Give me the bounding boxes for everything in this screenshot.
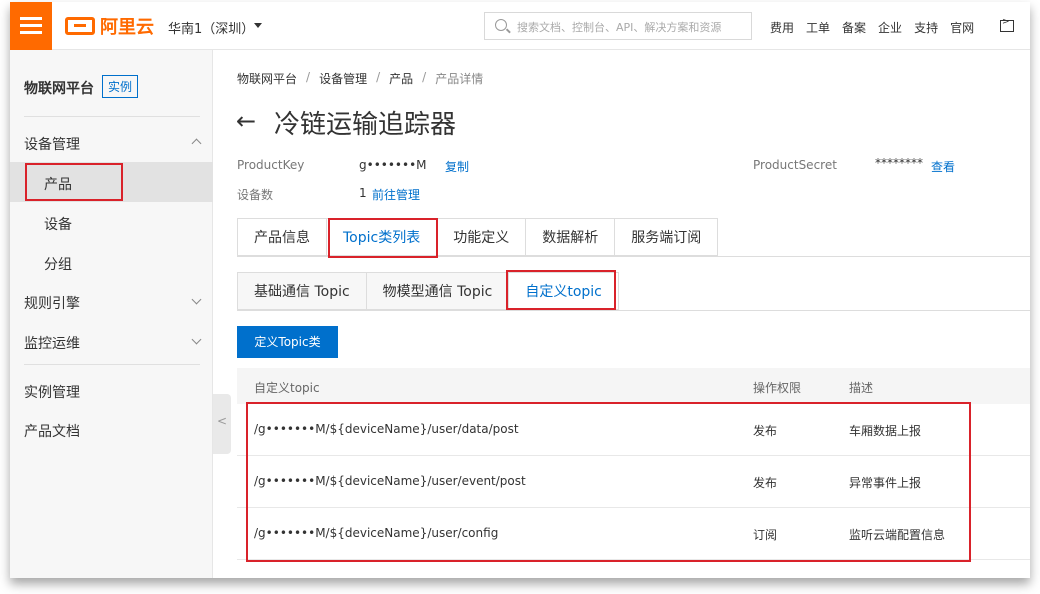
sidebar-title: 物联网平台 xyxy=(24,81,94,97)
table-row: /g•••••••M/${deviceName}/user/event/post… xyxy=(237,456,1030,508)
topic-subtabs: 基础通信 Topic 物模型通信 Topic 自定义topic xyxy=(237,272,619,310)
sidebar-item-label: 产品 xyxy=(44,177,72,193)
sidebar-item-rule-engine[interactable]: 规则引擎 xyxy=(24,293,80,313)
product-key-value: g•••••••M xyxy=(359,158,427,172)
nav-icp[interactable]: 备案 xyxy=(842,19,866,36)
manage-link[interactable]: 前往管理 xyxy=(372,186,420,203)
breadcrumb-item[interactable]: 设备管理 xyxy=(319,70,367,87)
tab-server-subscription[interactable]: 服务端订阅 xyxy=(615,218,719,256)
breadcrumb-separator: / xyxy=(306,70,311,84)
table-row: /g•••••••M/${deviceName}/user/config 订阅 … xyxy=(237,508,1030,560)
breadcrumb-current: 产品详情 xyxy=(435,72,484,86)
chevron-up-icon[interactable] xyxy=(191,138,202,149)
description-cell: 车厢数据上报 xyxy=(849,424,922,438)
search-placeholder: 搜索文档、控制台、API、解决方案和资源 xyxy=(517,21,722,34)
permission-cell: 发布 xyxy=(753,424,778,438)
terminal-icon[interactable] xyxy=(1000,17,1014,32)
brand-logo[interactable]: 阿里云 xyxy=(65,14,154,38)
view-secret-link[interactable]: 查看 xyxy=(931,158,955,175)
breadcrumb-item[interactable]: 物联网平台 xyxy=(237,70,297,87)
nav-official-site[interactable]: 官网 xyxy=(950,19,974,36)
sidebar-item-label: 分组 xyxy=(44,257,72,273)
topic-cell: /g•••••••M/${deviceName}/user/event/post xyxy=(254,474,526,488)
divider xyxy=(237,256,1030,257)
tab-data-parsing[interactable]: 数据解析 xyxy=(526,218,616,256)
aliyun-logo-icon xyxy=(65,17,95,35)
tab-basic-topic[interactable]: 基础通信 Topic xyxy=(237,272,367,310)
product-key-label: ProductKey xyxy=(237,158,305,172)
breadcrumb-item[interactable]: 产品 xyxy=(389,70,413,87)
sidebar-item-monitoring[interactable]: 监控运维 xyxy=(24,333,80,353)
sidebar: 物联网平台 实例 设备管理 产品 设备 分组 规则引擎 监控运维 实例管理 产品… xyxy=(10,50,213,578)
product-secret-value: ******** xyxy=(875,156,923,170)
region-selector[interactable]: 华南1（深圳） xyxy=(168,18,254,37)
back-arrow-icon[interactable]: ← xyxy=(236,107,256,135)
topic-cell: /g•••••••M/${deviceName}/user/config xyxy=(254,526,499,540)
sidebar-group-device-management[interactable]: 设备管理 xyxy=(24,134,80,154)
tab-product-info[interactable]: 产品信息 xyxy=(237,218,327,256)
tab-function-definition[interactable]: 功能定义 xyxy=(437,218,527,256)
breadcrumb-separator: / xyxy=(422,70,427,84)
divider xyxy=(237,310,1030,311)
tab-custom-topic[interactable]: 自定义topic xyxy=(509,272,619,310)
console-window: 阿里云 华南1（深圳） 搜索文档、控制台、API、解决方案和资源 费用 工单 备… xyxy=(10,2,1030,578)
chevron-down-icon[interactable] xyxy=(191,334,202,345)
chevron-down-icon[interactable] xyxy=(191,294,202,305)
define-topic-button[interactable]: 定义Topic类 xyxy=(237,326,338,358)
sidebar-item-device[interactable]: 设备 xyxy=(10,202,213,242)
tab-tsl-topic[interactable]: 物模型通信 Topic xyxy=(366,272,510,310)
sidebar-item-label: 设备 xyxy=(44,217,72,233)
description-cell: 异常事件上报 xyxy=(849,476,922,490)
nav-billing[interactable]: 费用 xyxy=(770,19,794,36)
main-content: 物联网平台 / 设备管理 / 产品 / 产品详情 ← 冷链运输追踪器 Produ… xyxy=(214,50,1030,578)
nav-enterprise[interactable]: 企业 xyxy=(878,19,902,36)
column-header-permission: 操作权限 xyxy=(753,381,802,395)
copy-link[interactable]: 复制 xyxy=(445,158,469,175)
sidebar-item-product-docs[interactable]: 产品文档 xyxy=(24,421,80,441)
permission-cell: 订阅 xyxy=(753,528,778,542)
table-header: 自定义topic 操作权限 描述 xyxy=(237,368,1030,404)
topic-cell: /g•••••••M/${deviceName}/user/data/post xyxy=(254,422,519,436)
topic-table: 自定义topic 操作权限 描述 /g•••••••M/${deviceName… xyxy=(237,368,1030,560)
breadcrumb: 物联网平台 / 设备管理 / 产品 / 产品详情 xyxy=(237,70,483,87)
sidebar-item-product[interactable]: 产品 xyxy=(10,162,213,202)
page-title: 冷链运输追踪器 xyxy=(274,110,457,140)
table-row: /g•••••••M/${deviceName}/user/data/post … xyxy=(237,404,1030,456)
column-header-topic: 自定义topic xyxy=(254,381,320,395)
tab-topic-list[interactable]: Topic类列表 xyxy=(327,218,438,256)
device-count-label: 设备数 xyxy=(237,188,274,202)
divider xyxy=(24,116,200,117)
sidebar-item-instance-management[interactable]: 实例管理 xyxy=(24,382,80,402)
divider xyxy=(24,364,200,365)
top-bar: 阿里云 华南1（深圳） 搜索文档、控制台、API、解决方案和资源 费用 工单 备… xyxy=(10,2,1030,50)
top-nav: 费用 工单 备案 企业 支持 官网 xyxy=(770,19,986,36)
nav-support[interactable]: 支持 xyxy=(914,19,938,36)
sidebar-item-group[interactable]: 分组 xyxy=(10,242,213,282)
column-header-description: 描述 xyxy=(849,381,874,395)
instance-badge[interactable]: 实例 xyxy=(102,75,139,98)
brand-name: 阿里云 xyxy=(100,17,154,38)
menu-icon[interactable] xyxy=(10,2,52,50)
device-count-value: 1 xyxy=(359,186,367,200)
chevron-down-icon[interactable] xyxy=(254,23,262,28)
permission-cell: 发布 xyxy=(753,476,778,490)
description-cell: 监听云端配置信息 xyxy=(849,528,946,542)
search-icon xyxy=(495,19,507,31)
breadcrumb-separator: / xyxy=(376,70,381,84)
search-input[interactable]: 搜索文档、控制台、API、解决方案和资源 xyxy=(484,12,752,40)
product-tabs: 产品信息 Topic类列表 功能定义 数据解析 服务端订阅 xyxy=(237,218,719,256)
product-secret-label: ProductSecret xyxy=(753,158,837,172)
nav-ticket[interactable]: 工单 xyxy=(806,19,830,36)
